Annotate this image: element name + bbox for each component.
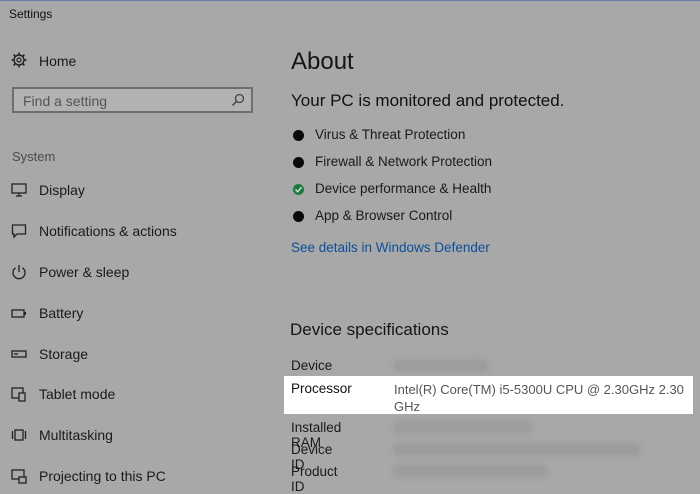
sidebar-item-power-sleep[interactable]: Power & sleep <box>0 257 270 287</box>
sidebar-item-label: Multitasking <box>39 427 113 443</box>
status-dot-icon <box>293 211 304 222</box>
protection-item-virus[interactable]: Virus & Threat Protection <box>291 126 671 148</box>
power-icon <box>12 265 26 280</box>
sidebar-item-multitasking[interactable]: Multitasking <box>0 420 270 450</box>
home-label: Home <box>39 53 77 69</box>
sidebar-item-notifications[interactable]: Notifications & actions <box>0 216 270 246</box>
section-title-device-specs: Device specifications <box>290 320 449 339</box>
tablet-mode-icon <box>11 387 26 402</box>
check-circle-icon <box>293 184 304 195</box>
search-placeholder: Find a setting <box>23 93 108 109</box>
protection-item-firewall[interactable]: Firewall & Network Protection <box>291 153 671 175</box>
protection-status-text: Your PC is monitored and protected. <box>291 91 565 110</box>
protection-label: Virus & Threat Protection <box>315 127 466 142</box>
windows-defender-link[interactable]: See details in Windows Defender <box>291 240 490 255</box>
title-bar: Settings <box>0 0 700 30</box>
protection-label: App & Browser Control <box>315 208 453 223</box>
processor-highlight: Processor Intel(R) Core(TM) i5-5300U CPU… <box>284 376 693 414</box>
monitor-icon <box>11 183 27 197</box>
battery-icon <box>11 309 26 318</box>
sidebar-item-label: Power & sleep <box>39 264 130 280</box>
notification-icon <box>11 224 27 239</box>
sidebar-item-tablet-mode[interactable]: Tablet mode <box>0 379 270 409</box>
processor-value[interactable]: Intel(R) Core(TM) i5-5300U CPU @ 2.30GHz… <box>394 381 684 415</box>
search-icon[interactable] <box>231 93 245 107</box>
status-dot-icon <box>293 130 304 141</box>
sidebar-item-label: Tablet mode <box>39 386 116 402</box>
sidebar-item-label: Storage <box>39 346 89 362</box>
redacted-value <box>395 358 675 372</box>
gear-icon <box>11 52 27 68</box>
protection-item-device-health[interactable]: Device performance & Health <box>291 180 671 202</box>
home-nav-item[interactable]: Home <box>0 48 270 76</box>
sidebar-item-label: Projecting to this PC <box>39 468 166 484</box>
protection-item-app-browser[interactable]: App & Browser Control <box>291 207 671 229</box>
protection-label: Device performance & Health <box>315 181 492 196</box>
redacted-value <box>395 442 675 456</box>
redacted-value <box>395 420 675 434</box>
multitasking-icon <box>11 429 27 441</box>
search-input[interactable]: Find a setting <box>12 87 253 113</box>
spec-label: Processor <box>291 381 352 396</box>
protection-label: Firewall & Network Protection <box>315 154 493 169</box>
sidebar-item-label: Display <box>39 182 85 198</box>
sidebar-item-label: Battery <box>39 305 84 321</box>
spec-label: Product ID <box>291 464 338 494</box>
sidebar: Home Find a setting System Display Notif… <box>0 30 270 485</box>
status-dot-icon <box>293 157 304 168</box>
redacted-value <box>395 464 675 478</box>
sidebar-item-battery[interactable]: Battery <box>0 298 270 328</box>
window-title: Settings <box>9 7 53 21</box>
sidebar-item-storage[interactable]: Storage <box>0 339 270 369</box>
sidebar-item-display[interactable]: Display <box>0 175 270 205</box>
section-label-system: System <box>12 149 56 164</box>
storage-icon <box>11 350 27 358</box>
projecting-icon <box>11 469 27 484</box>
sidebar-item-projecting[interactable]: Projecting to this PC <box>0 461 270 491</box>
page-title: About <box>291 48 354 75</box>
sidebar-item-label: Notifications & actions <box>39 223 177 239</box>
main-content: About Your PC is monitored and protected… <box>270 30 700 494</box>
